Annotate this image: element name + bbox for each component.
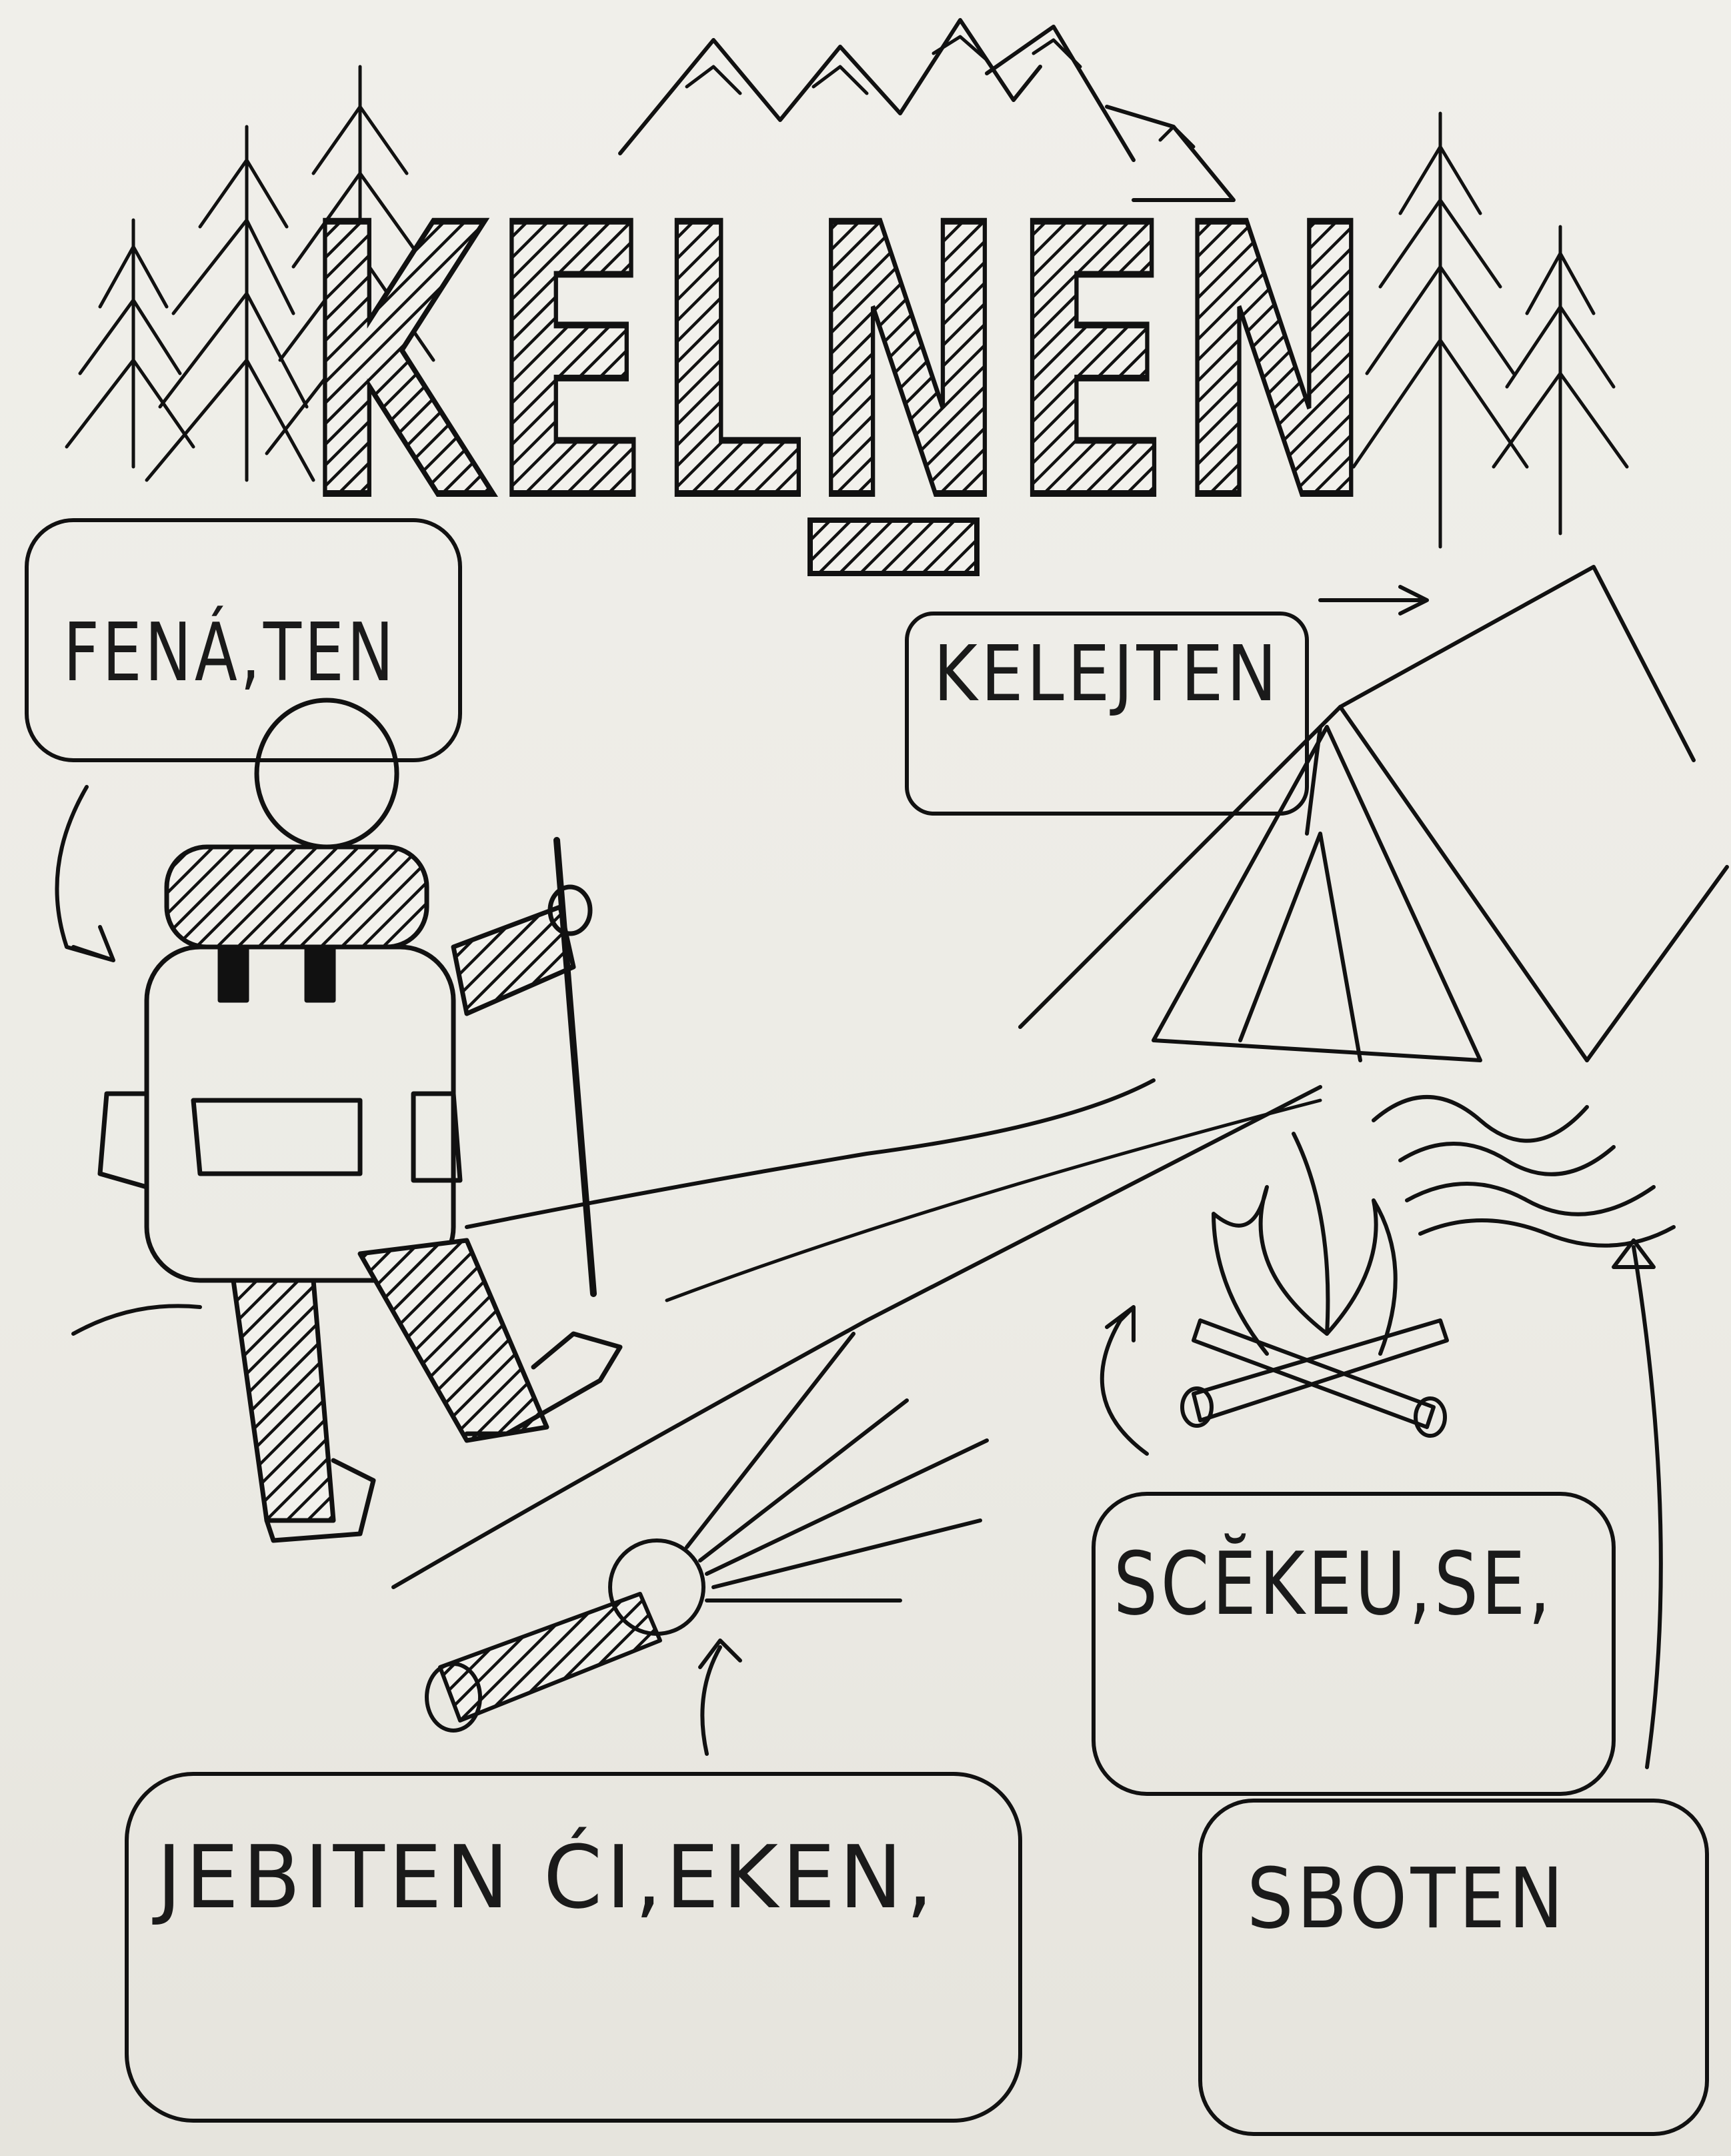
trees-right-illustration [1352,111,1629,549]
water-illustration [1372,1095,1676,1248]
water-arrow [1612,1238,1663,1769]
tent-label-bubble: KELEJTEN [905,612,1309,816]
fire-arrow [1100,1305,1149,1456]
hiker-illustration [97,698,623,1543]
tent-arrow [1318,585,1429,616]
fire-label-text: SCĔKEU,SE, [1114,1533,1554,1635]
campfire-illustration [1180,1132,1449,1438]
tent-label-text: KELEJTEN [934,630,1280,719]
title-underline-bar [807,517,980,576]
water-label-bubble: SBOTEN [1198,1799,1709,2136]
drawing-canvas: KELNEN FENÁ,TEN KELEJTEN SCĔKEU,SE, SBOT… [25,18,1729,2136]
flashlight-label-bubble: JEBITEN ĆI,EKEN, [125,1772,1022,2123]
walker-arrow [55,785,115,962]
flashlight-label-text: JEBITEN ĆI,EKEN, [152,1827,937,1928]
water-label-text: SBOTEN [1247,1851,1567,1947]
title-kelnen: KELNEN [303,147,1377,582]
fire-label-bubble: SCĔKEU,SE, [1092,1492,1616,1796]
flashlight-arrow [698,1639,742,1756]
walker-label-text: FENÁ,TEN [63,606,397,700]
